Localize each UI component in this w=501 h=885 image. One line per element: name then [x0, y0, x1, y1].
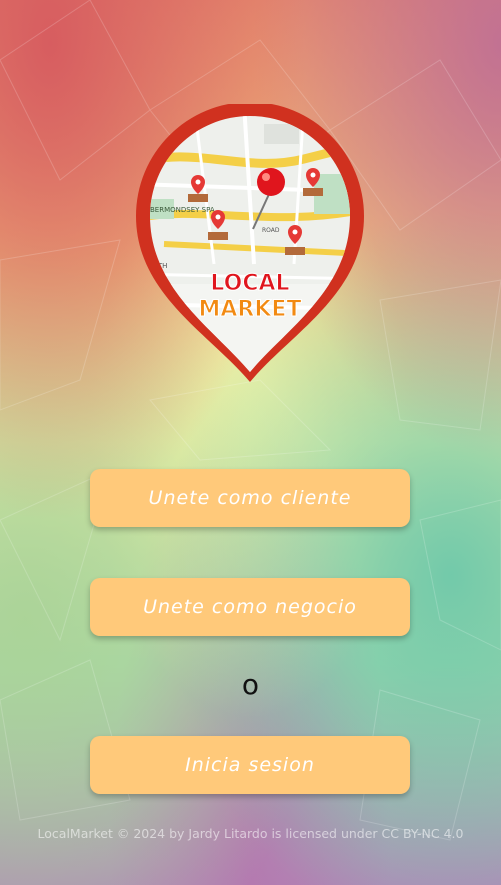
- map-area-label: BERMONDSEY SPA: [150, 206, 215, 214]
- map-road-label: ROAD: [262, 227, 280, 234]
- join-as-client-button[interactable]: Unete como cliente: [90, 469, 410, 527]
- local-market-logo: BERMONDSEY SPA ORTH ROAD LOCAL MARKET: [136, 104, 364, 382]
- or-separator: o: [241, 668, 260, 701]
- join-as-business-button[interactable]: Unete como negocio: [90, 578, 410, 636]
- license-footer: LocalMarket © 2024 by Jardy Litardo is l…: [37, 826, 464, 841]
- login-button[interactable]: Inicia sesion: [90, 736, 410, 794]
- logo-text-local: LOCAL: [210, 271, 289, 296]
- logo-text-market: MARKET: [199, 297, 302, 322]
